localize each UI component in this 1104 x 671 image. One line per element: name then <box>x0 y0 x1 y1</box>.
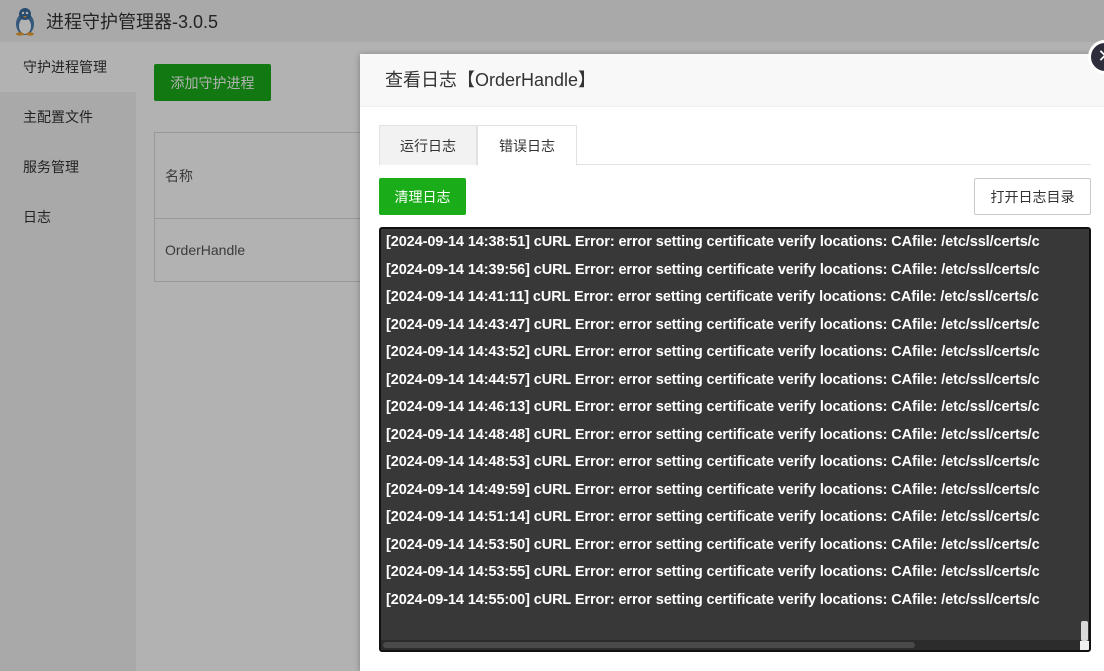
log-line: [2024-09-14 14:41:11] cURL Error: error … <box>386 289 1039 305</box>
log-tabs: 运行日志 错误日志 <box>379 125 1091 166</box>
log-line: [2024-09-14 14:43:52] cURL Error: error … <box>386 344 1040 360</box>
log-line: [2024-09-14 14:43:47] cURL Error: error … <box>386 316 1040 333</box>
log-line: [2024-09-14 14:46:13] cURL Error: error … <box>386 399 1040 415</box>
log-textarea[interactable]: [2024-09-14 14:38:51] cURL Error: error … <box>379 227 1091 652</box>
vertical-scroll-thumb[interactable] <box>1081 621 1088 641</box>
resize-handle[interactable] <box>1080 641 1089 650</box>
log-line: [2024-09-14 14:53:55] cURL Error: error … <box>386 564 1040 580</box>
log-line: [2024-09-14 14:49:59] cURL Error: error … <box>386 481 1040 498</box>
open-log-dir-button[interactable]: 打开日志目录 <box>974 178 1091 215</box>
log-line: [2024-09-14 14:51:14] cURL Error: error … <box>386 509 1040 525</box>
dialog-title: 查看日志【OrderHandle】 <box>360 54 1104 107</box>
tab-error-log[interactable]: 错误日志 <box>477 125 577 166</box>
horizontal-scroll-thumb[interactable] <box>383 642 915 648</box>
log-line: [2024-09-14 14:48:48] cURL Error: error … <box>386 426 1040 443</box>
log-line: [2024-09-14 14:38:51] cURL Error: error … <box>386 234 1040 250</box>
log-line: [2024-09-14 14:55:00] cURL Error: error … <box>386 591 1040 608</box>
log-line: [2024-09-14 14:48:53] cURL Error: error … <box>386 454 1040 470</box>
tab-run-log[interactable]: 运行日志 <box>379 125 477 165</box>
log-dialog: 查看日志【OrderHandle】 运行日志 错误日志 清理日志 打开日志目录 … <box>360 54 1104 671</box>
clear-log-button[interactable]: 清理日志 <box>379 178 466 215</box>
horizontal-scrollbar[interactable] <box>381 640 1089 650</box>
log-line: [2024-09-14 14:39:56] cURL Error: error … <box>386 261 1040 278</box>
log-line: [2024-09-14 14:53:50] cURL Error: error … <box>386 536 1040 553</box>
log-line: [2024-09-14 14:44:57] cURL Error: error … <box>386 371 1040 388</box>
log-lines: [2024-09-14 14:38:51] cURL Error: error … <box>386 229 1040 614</box>
